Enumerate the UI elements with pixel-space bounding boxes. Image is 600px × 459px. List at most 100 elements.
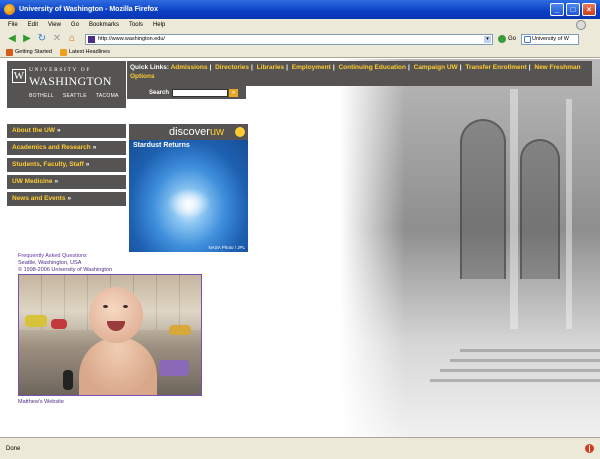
throbber-icon — [576, 20, 586, 30]
menu-file[interactable]: File — [8, 22, 18, 28]
quicklink-employment[interactable]: Employment — [292, 64, 331, 71]
splash-graphic — [167, 188, 211, 218]
faq-link[interactable]: Frequently Asked Questions — [18, 253, 112, 260]
nav-uw-medicine[interactable]: UW Medicine» — [7, 175, 126, 189]
baby-eye — [103, 305, 108, 308]
menu-view[interactable]: View — [48, 22, 61, 28]
address-bar[interactable]: http://www.washington.edu/ ▾ — [85, 33, 493, 45]
separator: | — [459, 64, 462, 71]
quicklink-campaign-uw[interactable]: Campaign UW — [414, 64, 458, 71]
go-arrow-icon — [498, 35, 506, 43]
search-input[interactable] — [172, 88, 229, 97]
menu-edit[interactable]: Edit — [28, 22, 38, 28]
footer-links: Frequently Asked Questions Seattle, Wash… — [18, 253, 112, 274]
separator: | — [407, 64, 410, 71]
bookmark-getting-started[interactable]: Getting Started — [6, 48, 52, 56]
status-text: Done — [6, 445, 21, 452]
close-button[interactable]: × — [582, 3, 596, 16]
nav-label: Academics and Research — [12, 144, 91, 151]
back-arrow-icon[interactable]: ◀ — [6, 33, 18, 45]
toy — [51, 319, 67, 329]
window-title: University of Washington - Mozilla Firef… — [19, 6, 158, 13]
photo-caption-link[interactable]: Matthew's Website — [18, 399, 64, 405]
logo-line1: UNIVERSITY OF — [29, 67, 91, 73]
baby-eye — [123, 305, 128, 308]
menu-tools[interactable]: Tools — [129, 22, 143, 28]
campus-building-photo — [340, 59, 600, 437]
home-icon[interactable]: ⌂ — [66, 33, 78, 45]
page-content: W UNIVERSITY OF WASHINGTON BOTHELL SEATT… — [0, 59, 600, 437]
double-chevron-right-icon: » — [67, 195, 72, 202]
stair-step — [460, 349, 600, 352]
quicklink-transfer-enrollment[interactable]: Transfer Enrollment — [465, 64, 526, 71]
forward-arrow-icon[interactable]: ▶ — [21, 33, 33, 45]
reload-icon[interactable]: ↻ — [36, 33, 48, 45]
baby-face — [89, 287, 143, 343]
uw-logo[interactable]: W UNIVERSITY OF WASHINGTON BOTHELL SEATT… — [7, 61, 126, 108]
separator: | — [528, 64, 531, 71]
blocked-popup-icon[interactable] — [585, 444, 594, 453]
chevron-down-icon[interactable]: ▾ — [484, 35, 491, 43]
double-chevron-right-icon: » — [92, 144, 97, 151]
toy — [169, 325, 191, 335]
toy — [159, 360, 189, 376]
search-go-button[interactable]: » — [229, 88, 239, 97]
quicklink-continuing-education[interactable]: Continuing Education — [338, 64, 406, 71]
nav-academics-and-research[interactable]: Academics and Research» — [7, 141, 126, 155]
maximize-button[interactable]: □ — [566, 3, 580, 16]
arrow-right-icon — [235, 127, 245, 137]
nav-label: News and Events — [12, 195, 66, 202]
left-navigation: About the UW» Academics and Research» St… — [7, 124, 126, 209]
search-engine-box[interactable]: University of W — [521, 33, 580, 45]
go-label: Go — [508, 36, 517, 42]
discover-suffix: uw — [209, 126, 225, 138]
stair-step — [430, 379, 600, 382]
quicklink-admissions[interactable]: Admissions — [171, 64, 208, 71]
address-url: http://www.washington.edu/ — [98, 35, 165, 42]
site-favicon-icon — [88, 35, 95, 43]
quicklink-directories[interactable]: Directories — [215, 64, 249, 71]
go-button[interactable]: Go — [498, 35, 516, 43]
nav-label: UW Medicine — [12, 178, 53, 185]
menu-go[interactable]: Go — [71, 22, 79, 28]
quicklink-libraries[interactable]: Libraries — [257, 64, 284, 71]
search-label: Search — [149, 89, 170, 96]
menu-bookmarks[interactable]: Bookmarks — [89, 22, 119, 28]
bookmark-latest-headlines[interactable]: Latest Headlines — [60, 48, 110, 56]
discover-uw-header: discoveruw — [129, 124, 248, 140]
menu-bar: File Edit View Go Bookmarks Tools Help — [0, 19, 600, 31]
window-titlebar: University of Washington - Mozilla Firef… — [0, 0, 600, 19]
separator: | — [251, 64, 253, 71]
baby-photo[interactable] — [18, 274, 202, 396]
double-chevron-right-icon: » — [54, 178, 59, 185]
nav-about-the-uw[interactable]: About the UW» — [7, 124, 126, 138]
nav-news-and-events[interactable]: News and Events» — [7, 192, 126, 206]
search-engine-value: University of W — [532, 35, 569, 42]
minimize-button[interactable]: _ — [550, 3, 564, 16]
arch-left — [460, 119, 506, 279]
location-text: Seattle, Washington, USA — [18, 260, 82, 266]
campus-seattle: SEATTLE — [62, 93, 87, 99]
rss-icon — [60, 48, 67, 56]
feature-image — [129, 140, 248, 252]
stop-icon[interactable]: ✕ — [51, 33, 63, 45]
status-bar: Done — [0, 437, 600, 459]
firefox-icon — [4, 4, 15, 15]
nav-label: Students, Faculty, Staff — [12, 161, 84, 168]
bookmark-label: Getting Started — [15, 49, 52, 55]
logo-line2: WASHINGTON — [29, 74, 112, 88]
bookmarks-toolbar: Getting Started Latest Headlines — [0, 47, 600, 58]
discover-prefix: discover — [169, 126, 210, 138]
copyright-text: © 1998-2006 University of Washington — [18, 267, 113, 273]
discover-uw-feature[interactable]: discoveruw Stardust Returns NASA Photo /… — [129, 124, 248, 252]
double-chevron-right-icon: » — [85, 161, 90, 168]
arch-right — [520, 139, 560, 279]
navigation-toolbar: ◀ ▶ ↻ ✕ ⌂ http://www.washington.edu/ ▾ G… — [0, 31, 600, 47]
nav-students-faculty-staff[interactable]: Students, Faculty, Staff» — [7, 158, 126, 172]
logo-campuses: BOTHELL SEATTLE TACOMA — [29, 93, 122, 99]
separator: | — [286, 64, 288, 71]
separator: | — [209, 64, 212, 71]
stair-step — [450, 359, 600, 362]
menu-help[interactable]: Help — [153, 22, 165, 28]
feature-title: Stardust Returns — [133, 142, 190, 149]
